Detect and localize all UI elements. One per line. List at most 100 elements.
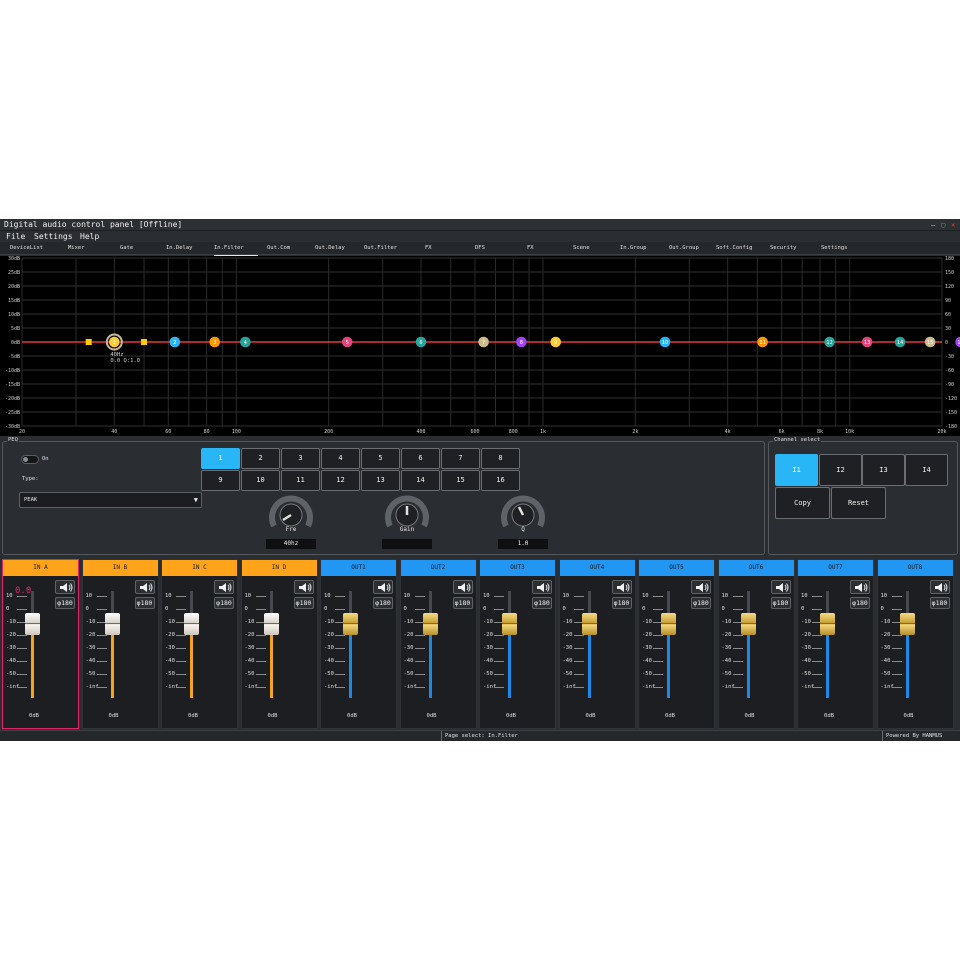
fader-handle[interactable] [661,613,676,635]
channel-button-i2[interactable]: I2 [819,454,862,486]
fader-handle[interactable] [422,613,438,635]
eq-point-4[interactable]: 4 [240,336,251,348]
filter-button-12[interactable]: 12 [321,470,360,491]
eq-point-10[interactable]: 10 [659,336,671,348]
tab-fx[interactable]: FX [527,242,534,255]
eq-point-3[interactable]: 3 [209,336,221,348]
fader-handle[interactable] [104,613,120,635]
filter-button-2[interactable]: 2 [241,448,280,469]
gain-knob[interactable]: Gain [380,494,434,552]
filter-button-9[interactable]: 9 [201,470,240,491]
eq-point-8[interactable]: 8 [516,336,527,348]
tab-out-filter[interactable]: Out.Filter [364,242,397,255]
eq-graph[interactable]: 30dB 180 25dB 150 20dB 120 15dB 90 10dB 60 5dB 30 0d… [0,256,960,436]
filter-button-6[interactable]: 6 [401,448,440,469]
filter-button-4[interactable]: 4 [321,448,360,469]
phase-button[interactable]: φ180 [532,597,552,609]
filter-button-14[interactable]: 14 [401,470,440,491]
phase-button[interactable]: φ180 [691,597,711,609]
mute-button[interactable] [532,580,552,594]
tab-soft-config[interactable]: Soft.Config [716,242,752,255]
eq-point-13[interactable]: 13 [861,336,873,348]
mute-button[interactable] [452,580,473,594]
mute-button[interactable] [134,580,155,594]
eq-point-2[interactable]: 2 [169,336,181,348]
tab-dfs[interactable]: DFS [475,242,485,255]
channel-button-i1[interactable]: I1 [775,454,818,486]
fader-handle[interactable] [740,613,756,635]
filter-button-15[interactable]: 15 [441,470,480,491]
tab-scene[interactable]: Scene [573,242,590,255]
fader-handle[interactable] [263,613,279,635]
tab-gate[interactable]: Gate [120,242,133,255]
filter-button-1[interactable]: 1 [201,448,240,469]
tab-out-group[interactable]: Out.Group [669,242,699,255]
phase-button[interactable]: φ180 [293,597,314,609]
eq-point-9[interactable]: 9 [550,336,562,348]
tab-devicelist[interactable]: DeviceList [10,242,43,255]
phase-button[interactable]: φ180 [929,597,950,609]
eq-point-15[interactable]: 15 [924,336,936,348]
mute-button[interactable] [929,580,950,594]
tab-out-com[interactable]: Out.Com [267,242,290,255]
phase-button[interactable]: φ180 [373,597,393,609]
mute-button[interactable] [770,580,791,594]
mute-button[interactable] [55,580,75,594]
peq-on-toggle[interactable] [21,455,39,464]
frequency-knob[interactable]: Fre 40hz [264,494,318,552]
reset-button[interactable]: Reset [831,487,886,519]
filter-button-13[interactable]: 13 [361,470,400,491]
fader-handle[interactable] [184,613,199,635]
tab-mixer[interactable]: Mixer [68,242,85,255]
q-knob-dial[interactable] [496,494,550,528]
eq-point-16[interactable]: 16 [955,336,960,348]
tab-in-delay[interactable]: In.Delay [166,242,193,255]
close-button[interactable]: ✕ [951,220,955,230]
channel-button-i3[interactable]: I3 [862,454,905,486]
tab-in-filter[interactable]: In.Filter [214,242,258,256]
filter-type-select[interactable]: PEAK ▼ [19,492,202,508]
menu-file[interactable]: File [6,231,25,242]
phase-button[interactable]: φ180 [214,597,234,609]
phase-button[interactable]: φ180 [134,597,155,609]
phase-button[interactable]: φ180 [55,597,75,609]
filter-button-3[interactable]: 3 [281,448,320,469]
eq-point-12[interactable]: 12 [824,336,835,348]
filter-button-16[interactable]: 16 [481,470,520,491]
mute-button[interactable] [373,580,393,594]
eq-point-5[interactable]: 5 [341,336,353,348]
phase-button[interactable]: φ180 [611,597,632,609]
mute-button[interactable] [691,580,711,594]
menu-settings[interactable]: Settings [34,231,73,242]
phase-button[interactable]: φ180 [770,597,791,609]
minimize-button[interactable]: – [931,220,935,230]
frequency-knob-dial[interactable] [264,494,318,528]
q-knob[interactable]: Q 1.0 [496,494,550,552]
eq-point-6[interactable]: 6 [415,336,427,348]
phase-button[interactable]: φ180 [452,597,473,609]
filter-button-8[interactable]: 8 [481,448,520,469]
fader-handle[interactable] [899,613,915,635]
menu-help[interactable]: Help [80,231,99,242]
tab-out-delay[interactable]: Out.Delay [315,242,345,255]
mute-button[interactable] [611,580,632,594]
phase-button[interactable]: φ180 [850,597,870,609]
channel-button-i4[interactable]: I4 [905,454,948,486]
filter-square-marker[interactable] [141,339,148,345]
copy-button[interactable]: Copy [775,487,830,519]
fader-handle[interactable] [820,613,835,635]
mute-button[interactable] [293,580,314,594]
tab-fx[interactable]: FX [425,242,432,255]
eq-point-14[interactable]: 14 [894,336,906,348]
fader-handle[interactable] [343,613,358,635]
mute-button[interactable] [850,580,870,594]
filter-button-5[interactable]: 5 [361,448,400,469]
filter-button-11[interactable]: 11 [281,470,320,491]
tab-settings[interactable]: Settings [821,242,848,255]
eq-point-11[interactable]: 11 [757,336,768,348]
maximize-button[interactable]: ▢ [941,220,945,230]
gain-knob-dial[interactable] [380,494,434,528]
fader-handle[interactable] [581,613,597,635]
tab-security[interactable]: Security [770,242,797,255]
eq-graph-canvas[interactable]: 30dB 18025dB 15020dB 12015dB 9010dB 605dB 300d… [0,256,960,436]
